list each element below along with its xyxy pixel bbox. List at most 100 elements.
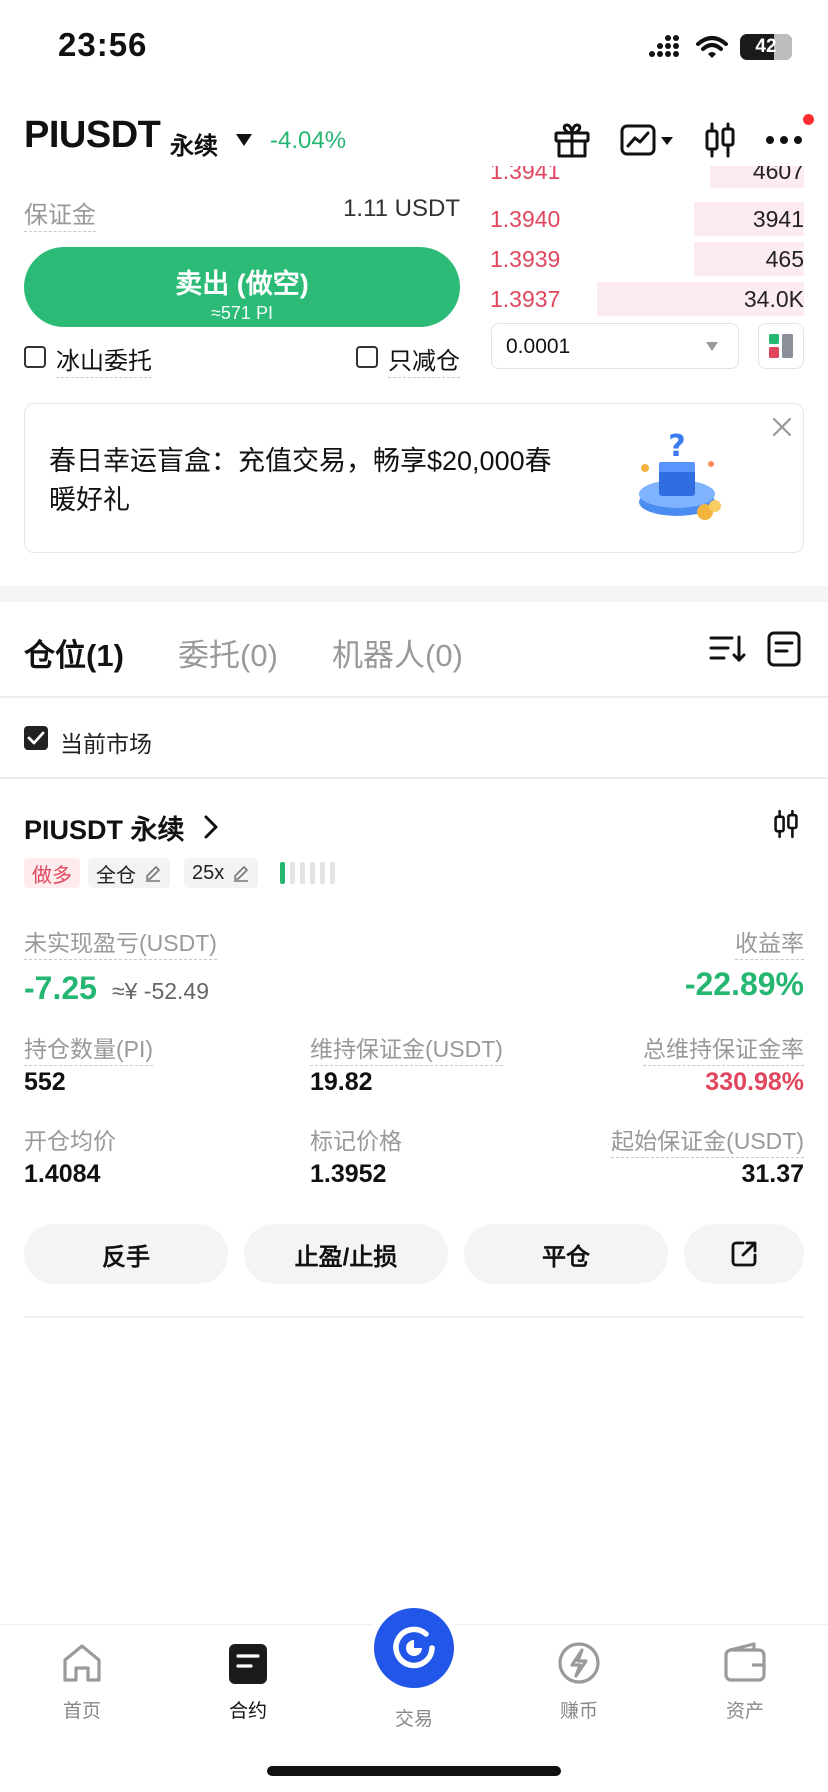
nav-futures-label: 合约 [228,1701,267,1722]
margin-mode-label: 全仓 [96,864,136,887]
promo-text: 春日幸运盲盒：充值交易，畅享$20,000春暖好礼 [49,446,552,515]
mm-ratio-value: 330.98% [705,1068,804,1096]
initial-margin-label[interactable]: 起始保证金(USDT) [611,1122,804,1158]
margin-mode-tag[interactable]: 全仓 [88,858,170,888]
wifi-icon [696,36,728,58]
ask-size: 4607 [752,166,804,184]
ask-price: 1.3941 [490,166,561,184]
divider [24,1316,804,1318]
tab-bots[interactable]: 机器人(0) [332,630,463,675]
sell-short-button[interactable]: 卖出 (做空) ≈571 PI [24,247,460,327]
unrealized-pnl-label[interactable]: 未实现盈亏(USDT) [24,924,217,960]
iceberg-checkbox[interactable] [24,346,46,368]
current-market-checkbox[interactable] [24,726,48,750]
mark-price-label: 标记价格 [310,1128,402,1154]
nav-home-label: 首页 [62,1701,101,1722]
nav-earn-label: 赚币 [559,1701,598,1722]
ask-size: 465 [765,246,804,272]
maintenance-margin-label[interactable]: 维持保证金(USDT) [310,1030,503,1066]
side-tag: 做多 [24,858,80,888]
svg-text:?: ? [668,432,685,464]
ask-price: 1.3940 [490,206,561,232]
ask-price: 1.3939 [490,246,561,272]
chart-dropdown-icon[interactable] [660,136,674,146]
nav-assets-label: 资产 [725,1701,764,1722]
mm-ratio-label[interactable]: 总维持保证金率 [643,1030,804,1066]
nav-assets[interactable]: 资产 [685,1638,805,1723]
position-qty-label[interactable]: 持仓数量(PI) [24,1030,154,1066]
close-icon[interactable] [771,416,793,438]
home-icon [63,1644,101,1682]
trade-icon [393,1626,435,1669]
status-time: 23:56 [58,26,148,63]
margin-value: 1.11 USDT [343,195,460,222]
battery-level: 42 [755,36,777,57]
reverse-button[interactable]: 反手 [24,1224,228,1284]
tab-orders[interactable]: 委托(0) [178,630,278,675]
check-icon [27,731,45,745]
reduce-only-checkbox[interactable] [356,346,378,368]
unrealized-pnl-value: -7.25 [24,970,97,1006]
status-icons: 42 [648,34,792,60]
sell-button-label: 卖出 (做空) [175,268,309,299]
nav-home[interactable]: 首页 [22,1638,142,1723]
close-position-button[interactable]: 平仓 [464,1224,668,1284]
battery-icon: 42 [740,34,792,60]
chevron-right-icon[interactable] [204,815,218,839]
roi-value: -22.89% [684,966,804,1002]
pair-title[interactable]: PIUSDT [24,114,161,157]
sort-icon[interactable] [708,632,746,666]
wallet-icon [724,1642,766,1682]
reduce-only-label[interactable]: 只减仓 [388,341,460,378]
chart-icon[interactable] [616,118,660,162]
candlestick-icon[interactable] [770,808,802,840]
risk-level-meter [280,862,335,884]
price-change: -4.04% [270,127,347,154]
order-history-icon[interactable] [766,630,802,668]
mystery-box-illustration-icon: ? [639,432,721,520]
earn-icon [558,1642,600,1684]
nav-trade-label: 交易 [394,1709,433,1730]
iceberg-label[interactable]: 冰山委托 [56,341,152,378]
tick-size-select[interactable]: 0.0001 [491,323,739,369]
leverage-label: 25x [192,861,225,884]
tick-dropdown-icon[interactable] [706,342,718,351]
nav-trade[interactable]: 交易 [354,1696,474,1731]
position-title[interactable]: PIUSDT 永续 [24,808,185,847]
nav-earn[interactable]: 赚币 [519,1638,639,1723]
mark-price-value: 1.3952 [310,1160,387,1188]
tpsl-button[interactable]: 止盈/止损 [244,1224,448,1284]
nav-futures[interactable]: 合约 [188,1638,308,1723]
roi-label[interactable]: 收益率 [735,924,804,960]
position-qty-value: 552 [24,1068,66,1096]
notification-dot [803,114,814,125]
more-icon[interactable] [762,118,806,162]
sell-button-amount: ≈571 PI [211,302,273,323]
unrealized-pnl-cny: ≈¥ -52.49 [112,978,210,1004]
tab-positions[interactable]: 仓位(1) [24,630,124,675]
leverage-tag[interactable]: 25x [184,858,259,888]
candlestick-icon[interactable] [698,118,742,162]
edit-icon [234,866,249,882]
ask-row[interactable]: 1.3940 3941 [490,200,804,238]
edit-icon [146,866,160,882]
ask-row[interactable]: 1.3937 34.0K [490,280,804,318]
home-indicator [267,1766,561,1776]
pair-dropdown-icon[interactable] [236,134,252,146]
contract-type[interactable]: 永续 [170,126,218,161]
ask-row[interactable]: 1.3941 4607 [490,166,804,188]
book-layout-icon [769,334,793,358]
book-layout-toggle[interactable] [758,323,804,369]
ask-row[interactable]: 1.3939 465 [490,240,804,278]
section-divider [0,586,828,602]
signal-icon [649,35,679,57]
share-icon [731,1241,757,1267]
current-market-label[interactable]: 当前市场 [60,725,152,759]
nav-trade-button[interactable] [374,1608,454,1688]
ask-size: 3941 [752,206,804,232]
entry-price-label: 开仓均价 [24,1128,116,1154]
divider [0,696,828,698]
promo-banner[interactable]: 春日幸运盲盒：充值交易，畅享$20,000春暖好礼 ? [24,403,804,553]
gift-icon[interactable] [550,118,594,162]
share-button[interactable] [684,1224,804,1284]
